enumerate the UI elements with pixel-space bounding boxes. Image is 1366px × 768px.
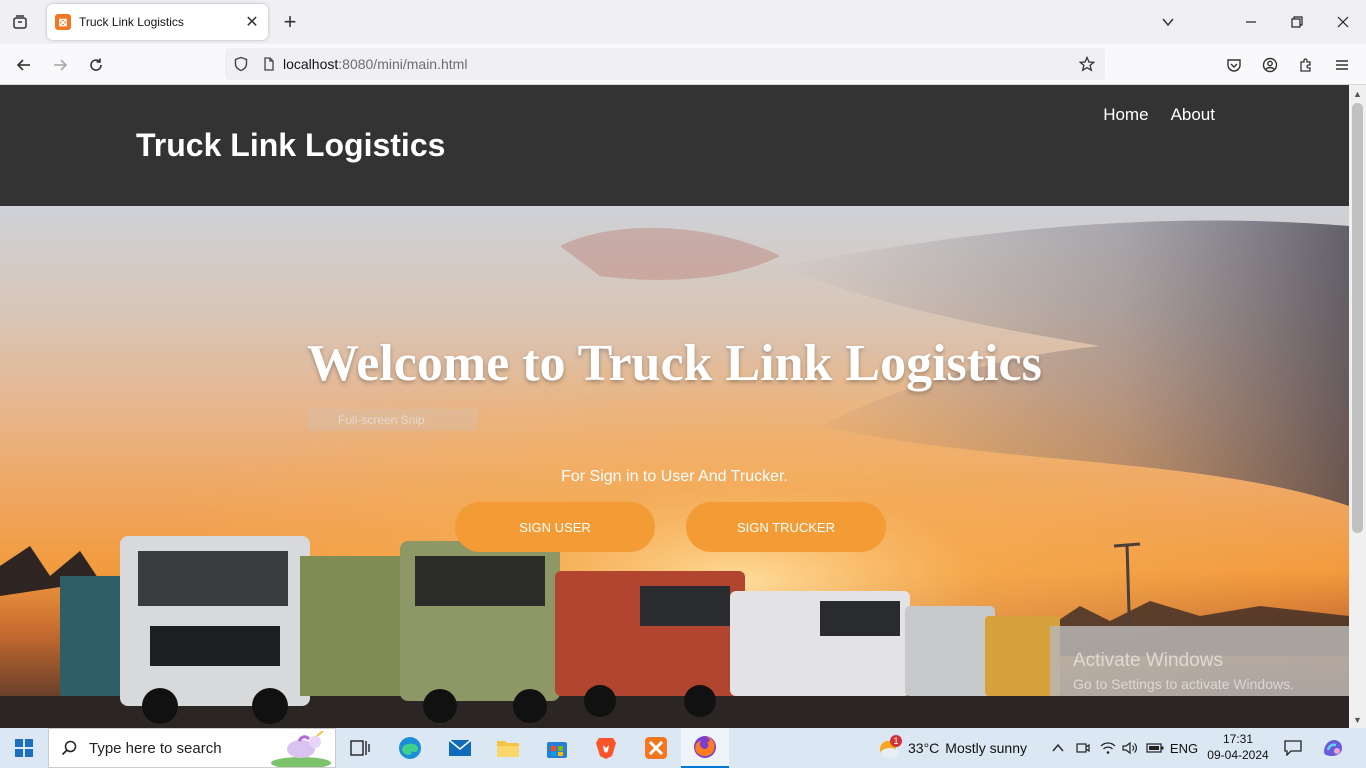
close-window-icon[interactable] <box>1329 8 1357 36</box>
new-tab-icon[interactable]: + <box>278 9 302 34</box>
extensions-icon[interactable] <box>1293 52 1319 78</box>
weather-desc: Mostly sunny <box>945 740 1027 756</box>
task-view-icon[interactable] <box>336 728 384 768</box>
site-header: Truck Link Logistics Home About <box>0 85 1349 206</box>
close-tab-icon[interactable]: ✕ <box>244 14 260 31</box>
meet-now-icon[interactable] <box>1073 728 1093 768</box>
reload-icon[interactable] <box>82 51 110 79</box>
notifications-icon[interactable] <box>1280 728 1306 768</box>
search-icon <box>49 740 89 756</box>
scroll-thumb[interactable] <box>1352 103 1363 533</box>
bookmark-star-icon[interactable] <box>1075 52 1099 76</box>
weather-sun-icon: 1 <box>876 735 902 759</box>
page-scrollbar[interactable]: ▲ ▼ <box>1349 85 1366 728</box>
url-text[interactable]: localhost:8080/mini/main.html <box>283 56 467 72</box>
minimize-icon[interactable] <box>1237 8 1265 36</box>
scroll-down-icon[interactable]: ▼ <box>1349 711 1366 728</box>
site-title: Truck Link Logistics <box>136 127 446 163</box>
browser-nav-bar: localhost:8080/mini/main.html <box>0 44 1366 85</box>
menu-icon[interactable] <box>1329 52 1355 78</box>
hero-subtitle: For Sign in to User And Trucker. <box>561 468 788 485</box>
brave-icon[interactable] <box>582 728 630 768</box>
file-explorer-icon[interactable] <box>484 728 532 768</box>
hero-title: Welcome to Truck Link Logistics <box>307 335 1042 392</box>
xampp-favicon-icon: ⊠ <box>55 14 71 30</box>
taskbar-search[interactable]: Type here to search <box>48 728 336 768</box>
account-icon[interactable] <box>1257 52 1283 78</box>
tab-list-icon[interactable] <box>8 10 32 34</box>
nav-home-link[interactable]: Home <box>1103 105 1148 125</box>
battery-icon[interactable] <box>1144 728 1166 768</box>
browser-tab-bar: ⊠ Truck Link Logistics ✕ + <box>0 0 1366 44</box>
tab-title: Truck Link Logistics <box>79 15 184 29</box>
nav-about-link[interactable]: About <box>1171 105 1215 125</box>
shield-icon[interactable] <box>225 56 257 72</box>
restore-icon[interactable] <box>1283 8 1311 36</box>
weather-temp: 33°C <box>908 740 940 756</box>
firefox-icon[interactable] <box>681 728 729 768</box>
language-indicator[interactable]: ENG <box>1168 728 1200 768</box>
page-viewport: Truck Link Logistics Home About Welcome … <box>0 85 1349 728</box>
watermark-title: Activate Windows <box>1073 650 1223 671</box>
sign-trucker-button[interactable]: SIGN TRUCKER <box>686 502 886 552</box>
hero-section: Welcome to Truck Link Logistics Full-scr… <box>0 206 1349 728</box>
windows-taskbar: Type here to search 1 33°C Mostly sunny … <box>0 728 1366 768</box>
system-clock[interactable]: 17:31 09-04-2024 <box>1203 731 1273 763</box>
url-path: :8080/mini/main.html <box>338 56 468 72</box>
activate-windows-watermark: Activate Windows Go to Settings to activ… <box>1073 650 1294 692</box>
mail-icon[interactable] <box>436 728 484 768</box>
windows-start-icon[interactable] <box>0 728 48 768</box>
xampp-icon[interactable] <box>632 728 680 768</box>
page-icon[interactable] <box>257 57 281 71</box>
edge-icon[interactable] <box>386 728 434 768</box>
site-nav: Home About <box>1103 105 1215 125</box>
weather-widget[interactable]: 1 33°C Mostly sunny <box>876 728 1027 768</box>
store-icon[interactable] <box>533 728 581 768</box>
scroll-up-icon[interactable]: ▲ <box>1349 85 1366 102</box>
unicorn-search-highlight-icon <box>271 731 331 767</box>
copilot-icon[interactable] <box>1318 728 1348 768</box>
pocket-icon[interactable] <box>1221 52 1247 78</box>
weather-badge: 1 <box>890 735 902 747</box>
search-placeholder: Type here to search <box>89 739 222 757</box>
watermark-subtitle: Go to Settings to activate Windows. <box>1073 676 1294 692</box>
browser-tab[interactable]: ⊠ Truck Link Logistics ✕ <box>47 4 268 40</box>
forward-icon[interactable] <box>46 51 74 79</box>
clock-time: 17:31 <box>1222 732 1254 746</box>
snip-overlay-label: Full-screen Snip <box>308 409 478 431</box>
sign-user-button[interactable]: SIGN USER <box>455 502 655 552</box>
clock-date: 09-04-2024 <box>1207 748 1269 762</box>
wifi-icon[interactable] <box>1098 728 1118 768</box>
url-host: localhost <box>283 56 339 72</box>
show-hidden-icons-icon[interactable] <box>1048 728 1068 768</box>
back-icon[interactable] <box>10 51 38 79</box>
volume-icon[interactable] <box>1120 728 1140 768</box>
list-all-tabs-icon[interactable] <box>1154 8 1182 36</box>
url-bar[interactable]: localhost:8080/mini/main.html <box>225 48 1105 80</box>
